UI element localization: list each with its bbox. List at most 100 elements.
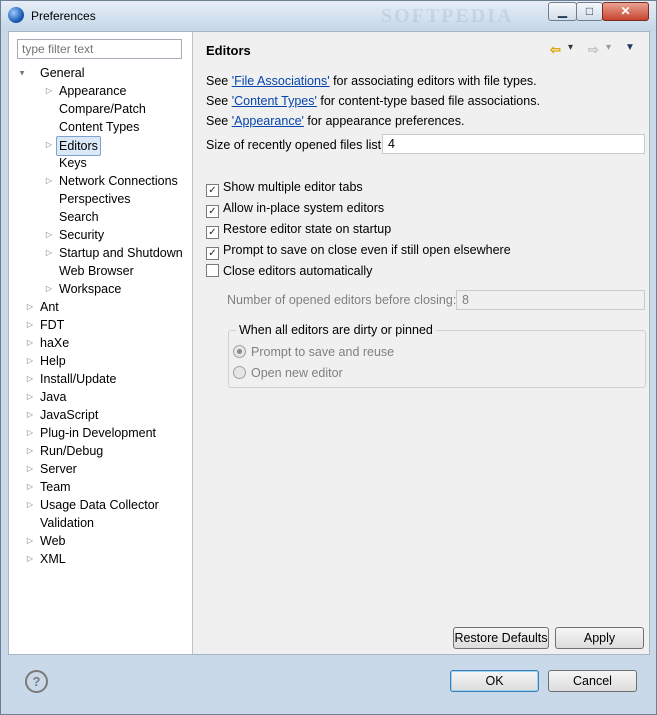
- expand-triangle-icon[interactable]: ▷: [25, 370, 35, 388]
- tree-item-label: Plug-in Development: [40, 426, 157, 440]
- tree-item-label: Search: [59, 210, 99, 224]
- tree-item-label: Keys: [59, 156, 87, 170]
- cancel-button[interactable]: Cancel: [548, 670, 637, 692]
- checkbox-label: Close editors automatically: [223, 264, 373, 278]
- radio-label: Open new editor: [251, 366, 343, 380]
- tree-item-label: Run/Debug: [40, 444, 104, 458]
- tree-item-label: Web: [40, 534, 66, 548]
- tree-item-label: Team: [40, 480, 71, 494]
- link-suffix: for content-type based file associations…: [316, 94, 540, 108]
- forward-menu-icon[interactable]: ▾: [606, 42, 611, 53]
- checkbox-label: Prompt to save on close even if still op…: [223, 243, 511, 257]
- expand-triangle-icon[interactable]: ▷: [44, 244, 54, 262]
- title-bar[interactable]: Preferences SOFTPEDIA ▁ □ ✕: [1, 1, 656, 31]
- radio-selected-icon[interactable]: [233, 345, 246, 358]
- expand-triangle-icon[interactable]: ▷: [44, 136, 54, 154]
- unchecked-box-icon[interactable]: [206, 264, 219, 277]
- expand-triangle-icon[interactable]: ▷: [25, 334, 35, 352]
- tree-item-label: Java: [40, 390, 67, 404]
- radio-prompt-save-reuse[interactable]: Prompt to save and reuse: [233, 345, 394, 359]
- tree-item-label: XML: [40, 552, 66, 566]
- apply-button[interactable]: Apply: [555, 627, 644, 649]
- expand-triangle-icon[interactable]: ▷: [25, 406, 35, 424]
- dialog-client-area: ▲ General ▷ Appearance Compare/Patch Conten…: [8, 31, 650, 655]
- radio-unselected-icon[interactable]: [233, 366, 246, 379]
- preferences-window: Preferences SOFTPEDIA ▁ □ ✕ ▲ General ▷ A…: [0, 0, 657, 715]
- checkbox-label: Restore editor state on startup: [223, 222, 392, 236]
- editors-page: Editors ⇦ ▾ ⇨ ▾ ▼ See 'File Associations…: [193, 32, 649, 654]
- expand-triangle-icon[interactable]: ▷: [25, 316, 35, 334]
- expand-triangle-icon[interactable]: ▷: [25, 424, 35, 442]
- tree-item-label: Validation: [40, 516, 94, 530]
- appearance-line: See 'Appearance' for appearance preferen…: [206, 114, 464, 128]
- expand-triangle-icon[interactable]: ▷: [25, 298, 35, 316]
- tree-item-label: Install/Update: [40, 372, 117, 386]
- expand-triangle-icon[interactable]: ▷: [25, 388, 35, 406]
- filter-input[interactable]: [17, 39, 182, 59]
- preference-tree-panel: ▲ General ▷ Appearance Compare/Patch Conten…: [9, 32, 193, 654]
- dirty-editors-group: When all editors are dirty or pinned Pro…: [228, 323, 646, 388]
- view-menu-icon[interactable]: ▼: [625, 42, 635, 53]
- tree-item-label: Ant: [40, 300, 59, 314]
- expand-triangle-icon[interactable]: ▷: [25, 496, 35, 514]
- maximize-button[interactable]: □: [576, 2, 603, 21]
- expand-triangle-icon[interactable]: ▷: [25, 442, 35, 460]
- recent-files-label: Size of recently opened files list:: [206, 138, 385, 152]
- help-icon[interactable]: ?: [25, 670, 48, 693]
- expand-triangle-icon[interactable]: ▷: [44, 172, 54, 190]
- expand-triangle-icon[interactable]: ▷: [25, 532, 35, 550]
- page-title: Editors: [206, 43, 251, 58]
- tree-item-label: Network Connections: [59, 174, 178, 188]
- forward-arrow-icon[interactable]: ⇨: [588, 42, 599, 58]
- appearance-link[interactable]: 'Appearance': [232, 114, 304, 128]
- tree-item-label: Appearance: [59, 84, 127, 98]
- link-suffix: for appearance preferences.: [303, 114, 465, 128]
- expand-triangle-icon[interactable]: ▷: [44, 82, 54, 100]
- tree-item-label: Web Browser: [59, 264, 134, 278]
- back-arrow-icon[interactable]: ⇦: [550, 42, 561, 58]
- tree-item-label: Content Types: [59, 120, 140, 134]
- check-icon[interactable]: ✓: [206, 205, 219, 218]
- expand-triangle-icon[interactable]: ▷: [25, 478, 35, 496]
- checkbox-allow-inplace-editors[interactable]: ✓ Allow in-place system editors: [206, 201, 385, 218]
- content-types-link[interactable]: 'Content Types': [232, 94, 317, 108]
- tree-item-label: Editors: [56, 136, 101, 156]
- tree-item-label: Usage Data Collector: [40, 498, 159, 512]
- checkbox-close-editors-automatically[interactable]: Close editors automatically: [206, 264, 372, 280]
- window-title: Preferences: [31, 9, 96, 23]
- opened-editors-input[interactable]: 8: [456, 290, 645, 310]
- checkbox-prompt-to-save[interactable]: ✓ Prompt to save on close even if still o…: [206, 243, 511, 260]
- restore-defaults-button[interactable]: Restore Defaults: [453, 627, 549, 649]
- recent-files-input[interactable]: 4: [382, 134, 645, 154]
- expand-triangle-icon[interactable]: ▷: [25, 352, 35, 370]
- tree-item-label: FDT: [40, 318, 65, 332]
- expand-triangle-icon[interactable]: ▷: [44, 226, 54, 244]
- checkbox-restore-editor-state[interactable]: ✓ Restore editor state on startup: [206, 222, 392, 239]
- checkbox-show-multiple-tabs[interactable]: ✓ Show multiple editor tabs: [206, 180, 363, 197]
- minimize-button[interactable]: ▁: [548, 2, 577, 21]
- eclipse-app-icon: [8, 7, 24, 23]
- file-associations-link[interactable]: 'File Associations': [232, 74, 330, 88]
- close-button[interactable]: ✕: [602, 2, 649, 21]
- checkbox-label: Allow in-place system editors: [223, 201, 385, 215]
- expand-triangle-icon[interactable]: ▷: [25, 460, 35, 478]
- link-prefix: See: [206, 114, 232, 128]
- tree-item-label: JavaScript: [40, 408, 99, 422]
- collapse-triangle-icon[interactable]: ▲: [17, 64, 27, 82]
- expand-triangle-icon[interactable]: ▷: [44, 280, 54, 298]
- tree-item-label: Compare/Patch: [59, 102, 146, 116]
- check-icon[interactable]: ✓: [206, 247, 219, 260]
- radio-open-new-editor[interactable]: Open new editor: [233, 366, 343, 380]
- checkbox-label: Show multiple editor tabs: [223, 180, 363, 194]
- tree-item-label: Workspace: [59, 282, 122, 296]
- back-menu-icon[interactable]: ▾: [568, 42, 573, 53]
- watermark: SOFTPEDIA: [381, 5, 514, 27]
- ok-button[interactable]: OK: [450, 670, 539, 692]
- file-associations-line: See 'File Associations' for associating …: [206, 74, 537, 88]
- check-icon[interactable]: ✓: [206, 226, 219, 239]
- content-types-line: See 'Content Types' for content-type bas…: [206, 94, 540, 108]
- expand-triangle-icon[interactable]: ▷: [25, 550, 35, 568]
- link-suffix: for associating editors with file types.: [329, 74, 537, 88]
- check-icon[interactable]: ✓: [206, 184, 219, 197]
- tree-item-label: Startup and Shutdown: [59, 246, 183, 260]
